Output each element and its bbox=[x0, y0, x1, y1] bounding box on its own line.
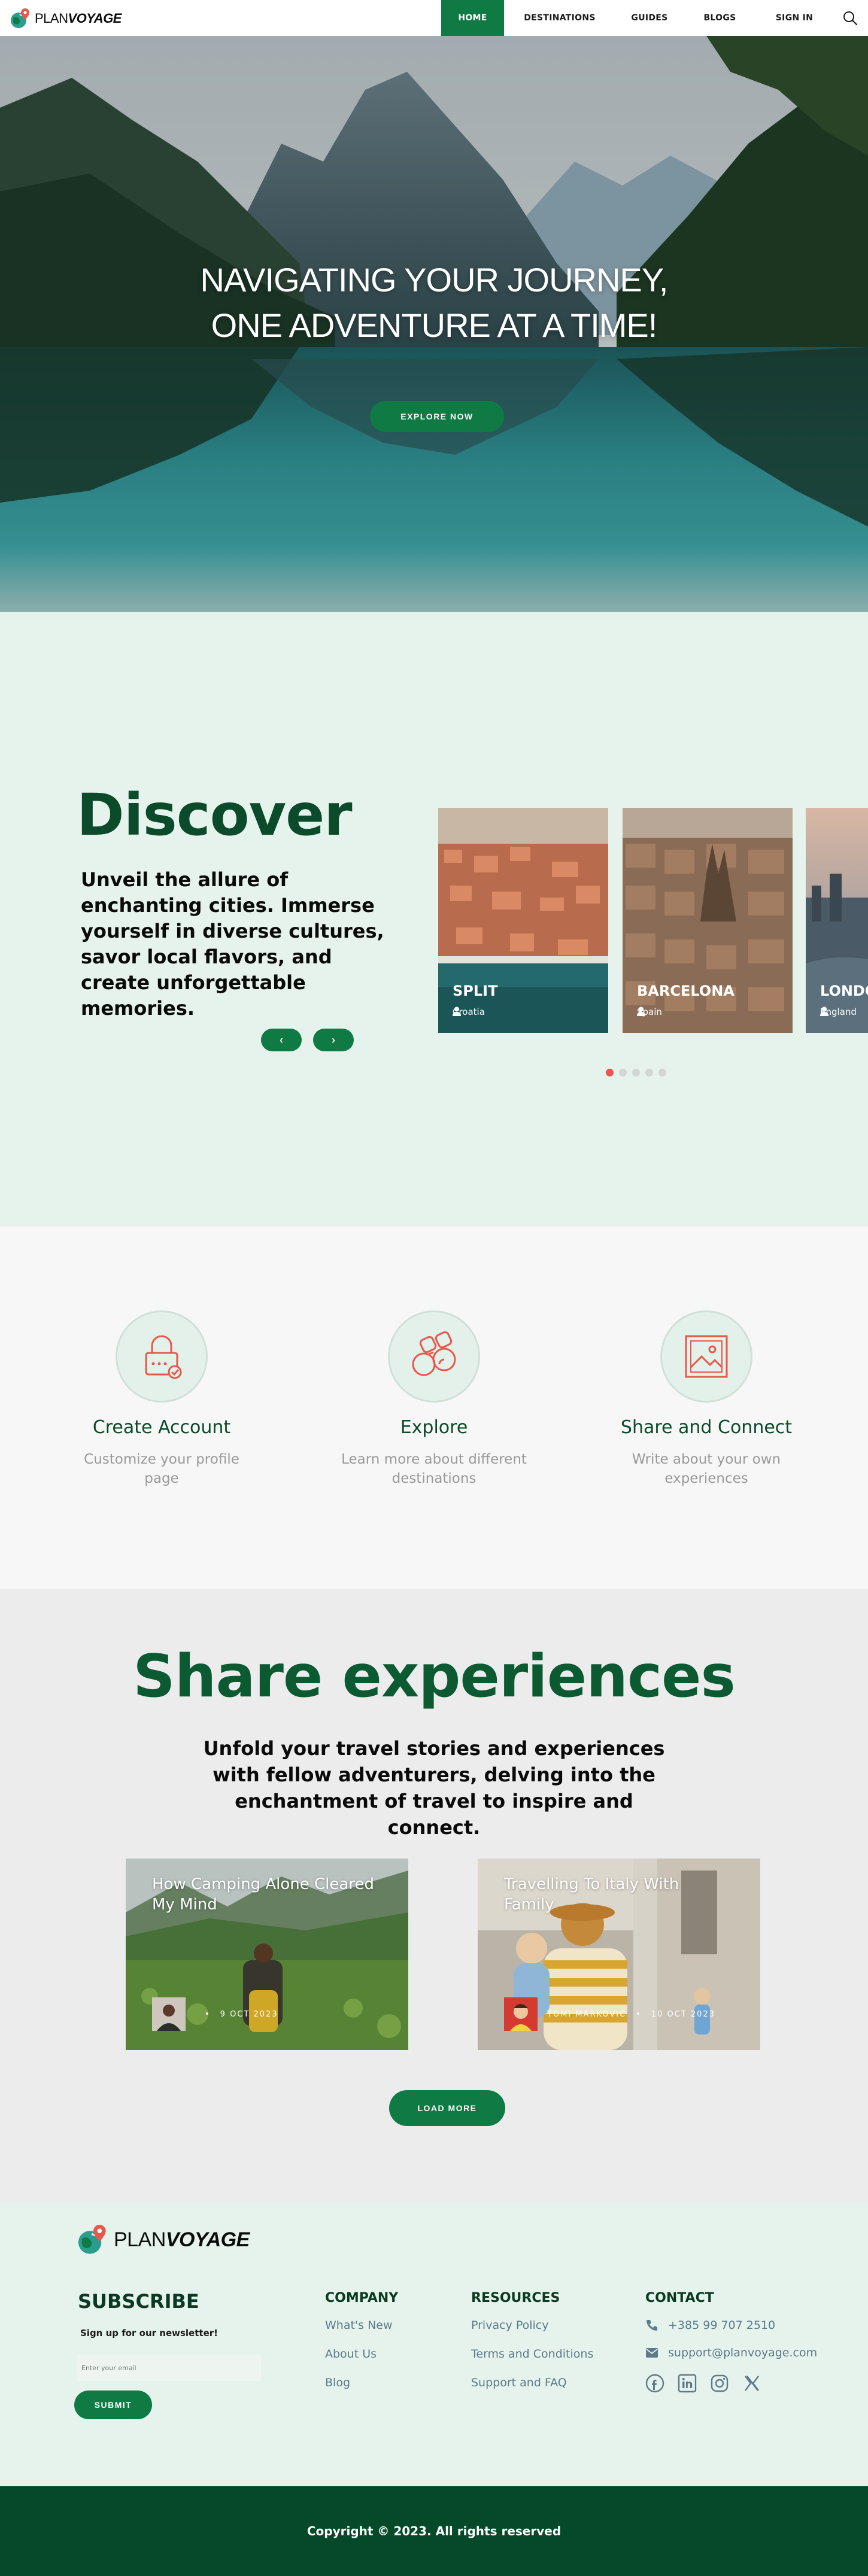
city-card-barcelona[interactable]: BARCELONA Spain bbox=[623, 808, 793, 1033]
feature-explore: Explore Learn more about different desti… bbox=[314, 1310, 554, 1488]
city-name: BARCELONA bbox=[637, 983, 735, 999]
subscribe-subtitle: Sign up for our newsletter! bbox=[80, 2328, 218, 2338]
carousel-dot[interactable] bbox=[632, 1069, 640, 1076]
facebook-icon[interactable] bbox=[645, 2374, 664, 2393]
post-title: Travelling To Italy With Family bbox=[504, 1875, 679, 1914]
carousel-prev-button[interactable]: ‹ bbox=[261, 1029, 302, 1051]
post-author: TOMI MARKOVIĆ bbox=[547, 2009, 627, 2019]
x-icon[interactable] bbox=[742, 2374, 761, 2393]
newsletter-email-input[interactable] bbox=[77, 2355, 261, 2381]
city-card-split[interactable]: SPLIT Croatia bbox=[438, 808, 608, 1033]
user-icon bbox=[820, 1006, 828, 1016]
city-card-london[interactable]: LONDON England bbox=[806, 808, 868, 1033]
brand-name: PLANVOYAGE bbox=[35, 11, 122, 26]
blog-post-card[interactable]: Travelling To Italy With Family TOMI MAR… bbox=[478, 1859, 760, 2050]
discover-title: Discover bbox=[77, 781, 353, 848]
city-country: Spain bbox=[637, 1006, 662, 1017]
post-date: 9 OCT 2023 bbox=[220, 2009, 278, 2019]
city-name: SPLIT bbox=[453, 983, 498, 999]
footer-resources-column: RESOURCES Privacy Policy Terms and Condi… bbox=[471, 2291, 593, 2405]
nav-home[interactable]: HOME bbox=[441, 0, 504, 36]
carousel-dot[interactable] bbox=[645, 1069, 653, 1076]
subscribe-title: SUBSCRIBE bbox=[78, 2290, 199, 2313]
main-nav: HOME DESTINATIONS GUIDES BLOGS SIGN IN bbox=[441, 0, 833, 36]
discover-description: Unveil the allure of enchanting cities. … bbox=[81, 868, 384, 1020]
feature-description: Learn more about different destinations bbox=[341, 1452, 527, 1486]
explore-now-button[interactable]: EXPLORE NOW bbox=[370, 401, 504, 432]
nav-destinations[interactable]: DESTINATIONS bbox=[504, 0, 615, 36]
image-icon bbox=[660, 1310, 752, 1403]
globe-pin-icon bbox=[11, 8, 29, 28]
feature-title: Create Account bbox=[92, 1417, 231, 1438]
post-meta: TOMI MARKOVIĆ • 10 OCT 2023 bbox=[504, 1997, 715, 2031]
footer-link-support[interactable]: Support and FAQ bbox=[471, 2376, 593, 2389]
footer-link-privacy[interactable]: Privacy Policy bbox=[471, 2319, 593, 2332]
footer-heading: RESOURCES bbox=[471, 2291, 560, 2306]
avatar bbox=[152, 1997, 186, 2031]
binoculars-icon bbox=[388, 1310, 480, 1403]
feature-title: Explore bbox=[400, 1417, 468, 1438]
brand-logo[interactable]: PLANVOYAGE bbox=[10, 7, 122, 30]
nav-sign-in[interactable]: SIGN IN bbox=[756, 0, 833, 36]
footer: PLANVOYAGE SUBSCRIBE Sign up for our new… bbox=[0, 2202, 868, 2486]
avatar bbox=[504, 1997, 538, 2031]
footer-heading: CONTACT bbox=[645, 2291, 714, 2306]
carousel-dot[interactable] bbox=[658, 1069, 666, 1076]
lock-icon bbox=[116, 1310, 208, 1403]
footer-heading: COMPANY bbox=[325, 2291, 399, 2306]
nav-blogs[interactable]: BLOGS bbox=[684, 0, 756, 36]
user-icon bbox=[453, 1006, 461, 1016]
carousel-dot[interactable] bbox=[606, 1069, 614, 1076]
search-icon[interactable] bbox=[842, 10, 858, 26]
discover-section: Discover Unveil the allure of enchanting… bbox=[0, 612, 868, 1227]
copyright-text: Copyright © 2023. All rights reserved bbox=[306, 2524, 562, 2538]
footer-brand-logo[interactable]: PLANVOYAGE bbox=[77, 2223, 250, 2256]
share-experiences-section: Share experiences Unfold your travel sto… bbox=[0, 1589, 868, 2202]
instagram-icon[interactable] bbox=[710, 2374, 729, 2393]
hero-title: NAVIGATING YOUR JOURNEY, ONE ADVENTURE AT… bbox=[200, 261, 669, 344]
blog-post-card[interactable]: How Camping Alone Cleared My Mind • 9 OC… bbox=[126, 1859, 408, 2050]
features-section: Create Account Customize your profile pa… bbox=[0, 1227, 868, 1589]
social-links bbox=[645, 2374, 817, 2393]
copyright-bar: Copyright © 2023. All rights reserved bbox=[0, 2486, 868, 2576]
load-more-button[interactable]: LOAD MORE bbox=[389, 2090, 505, 2126]
brand-name: PLANVOYAGE bbox=[114, 2228, 250, 2251]
carousel-dot[interactable] bbox=[619, 1069, 627, 1076]
contact-phone[interactable]: +385 99 707 2510 bbox=[645, 2319, 817, 2332]
post-title: How Camping Alone Cleared My Mind bbox=[152, 1875, 374, 1914]
post-meta: • 9 OCT 2023 bbox=[152, 1997, 278, 2031]
feature-title: Share and Connect bbox=[620, 1417, 793, 1438]
globe-pin-icon bbox=[78, 2224, 106, 2254]
city-name: LONDON bbox=[820, 983, 868, 999]
share-title: Share experiences bbox=[133, 1643, 736, 1711]
feature-description: Write about your own experiences bbox=[632, 1452, 781, 1486]
feature-share-connect: Share and Connect Write about your own e… bbox=[587, 1310, 826, 1488]
top-navbar: PLANVOYAGE HOME DESTINATIONS GUIDES BLOG… bbox=[0, 0, 868, 36]
carousel-dots bbox=[606, 1069, 666, 1076]
footer-contact-column: CONTACT +385 99 707 2510 support@planvoy… bbox=[645, 2291, 817, 2393]
carousel-next-button[interactable]: › bbox=[313, 1029, 354, 1051]
mail-icon bbox=[646, 2348, 658, 2358]
linkedin-icon[interactable] bbox=[678, 2374, 697, 2393]
nav-guides[interactable]: GUIDES bbox=[615, 0, 684, 36]
footer-link-blog[interactable]: Blog bbox=[325, 2376, 398, 2389]
feature-description: Customize your profile page bbox=[84, 1452, 239, 1486]
share-description: Unfold your travel stories and experienc… bbox=[203, 1737, 665, 1839]
hero-section: NAVIGATING YOUR JOURNEY, ONE ADVENTURE AT… bbox=[0, 36, 868, 612]
phone-icon bbox=[647, 2320, 657, 2331]
submit-button[interactable]: SUBMIT bbox=[74, 2391, 152, 2419]
city-country: Croatia bbox=[453, 1006, 485, 1017]
footer-link-terms[interactable]: Terms and Conditions bbox=[471, 2347, 593, 2361]
feature-create-account: Create Account Customize your profile pa… bbox=[42, 1310, 281, 1488]
footer-link-about-us[interactable]: About Us bbox=[325, 2347, 398, 2361]
contact-email[interactable]: support@planvoyage.com bbox=[645, 2346, 817, 2359]
post-date-separator: • bbox=[205, 2009, 211, 2019]
footer-link-whats-new[interactable]: What's New bbox=[325, 2319, 398, 2332]
footer-company-column: COMPANY What's New About Us Blog bbox=[325, 2291, 398, 2405]
post-date: 10 OCT 2023 bbox=[651, 2009, 715, 2019]
user-icon bbox=[637, 1006, 645, 1016]
post-date-separator: • bbox=[636, 2009, 642, 2019]
city-country: England bbox=[820, 1006, 857, 1017]
